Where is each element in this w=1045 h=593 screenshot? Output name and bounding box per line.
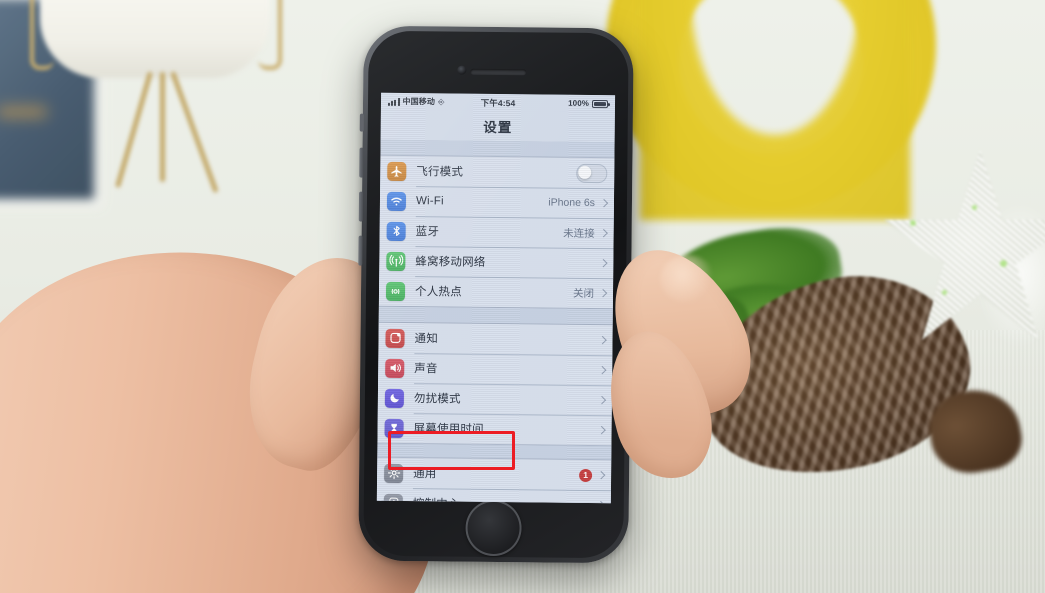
sounds-row[interactable]: 声音 <box>378 353 612 385</box>
row-value: 未连接 <box>563 227 595 240</box>
row-accessory: iPhone 6s <box>548 196 609 210</box>
page-title: 设置 <box>483 119 513 136</box>
chevron-right-icon <box>599 228 608 238</box>
general-row[interactable]: 通用 1 <box>377 458 611 490</box>
signal-bars-icon <box>387 97 400 106</box>
hotspot-row[interactable]: 个人热点 关闭 <box>379 276 613 308</box>
white-planter <box>40 0 270 78</box>
picture-frame-accent <box>0 107 47 117</box>
earpiece-speaker <box>470 68 527 76</box>
battery-full-icon <box>591 99 609 108</box>
row-accessory: 未连接 <box>563 225 608 240</box>
speaker-icon <box>385 358 405 378</box>
chevron-right-icon <box>597 425 606 435</box>
status-bar-right: 100% <box>568 98 609 108</box>
row-accessory: 关闭 <box>572 285 608 300</box>
planter-ring-left <box>30 0 54 70</box>
settings-list[interactable]: 飞行模式 Wi-Fi iPhone 6s 蓝牙 未连接 蜂窝移动网络 个人热点 … <box>376 139 615 504</box>
side-button[interactable] <box>358 235 363 266</box>
rotation-lock-icon: ⎆ <box>437 96 445 106</box>
row-label: 飞行模式 <box>416 166 464 179</box>
finger-knuckle <box>660 255 715 303</box>
chevron-right-icon <box>599 198 609 208</box>
row-label: Wi-Fi <box>415 195 444 208</box>
row-accessory: 1 <box>579 468 606 482</box>
glitter-star-shape <box>884 150 1045 340</box>
row-label: 个人热点 <box>414 286 462 299</box>
planter-ring-right <box>258 0 282 70</box>
front-camera <box>457 65 467 75</box>
bluetooth-row[interactable]: 蓝牙 未连接 <box>380 216 614 248</box>
row-accessory <box>576 163 608 183</box>
chevron-right-icon <box>598 335 607 345</box>
iphone-device: 中国移动 ⎆ 下午4:54 100% 设置 飞行模式 Wi-Fi iPhone … <box>358 25 634 564</box>
row-accessory <box>597 425 606 435</box>
gold-tripod-leg <box>160 72 165 182</box>
row-accessory <box>599 258 608 268</box>
chevron-right-icon <box>596 470 606 480</box>
bluetooth-icon <box>386 221 406 241</box>
connectivity-group: 飞行模式 Wi-Fi iPhone 6s 蓝牙 未连接 蜂窝移动网络 个人热点 … <box>378 154 615 310</box>
screen-time-row[interactable]: 屏幕使用时间 <box>377 413 611 445</box>
nav-bar: 设置 <box>380 109 615 144</box>
row-label: 蜂窝移动网络 <box>415 256 486 269</box>
notification-badge: 1 <box>579 468 593 482</box>
yellow-arch-decor-inner <box>640 0 910 220</box>
moon-icon <box>384 388 405 408</box>
notifications-row[interactable]: 通知 <box>378 323 612 355</box>
mute-switch[interactable] <box>359 113 364 132</box>
control-center-row[interactable]: 控制中心 <box>377 488 611 504</box>
airplane-mode-row[interactable]: 飞行模式 <box>380 156 614 188</box>
glitter-star <box>880 150 1045 350</box>
battery-percent-label: 100% <box>568 98 590 108</box>
row-accessory <box>597 395 607 405</box>
status-bar-left: 中国移动 ⎆ <box>387 96 445 108</box>
row-label: 声音 <box>414 363 438 376</box>
row-value: 关闭 <box>572 287 595 300</box>
cellular-antenna-icon <box>386 251 406 271</box>
row-accessory <box>597 365 607 375</box>
gear-icon <box>384 463 404 483</box>
row-accessory <box>598 335 607 345</box>
chevron-right-icon <box>597 395 607 405</box>
row-value: iPhone 6s <box>548 196 596 210</box>
chevron-right-icon <box>599 258 608 268</box>
carrier-label: 中国移动 <box>402 97 436 107</box>
wifi-icon <box>386 191 407 211</box>
airplane-mode-toggle[interactable] <box>576 163 608 183</box>
star-sparkle <box>942 290 947 295</box>
notification-icon <box>385 328 405 348</box>
volume-up-button[interactable] <box>359 147 364 178</box>
wifi-row[interactable]: Wi-Fi iPhone 6s <box>380 186 614 218</box>
star-sparkle <box>972 205 977 210</box>
cellular-row[interactable]: 蜂窝移动网络 <box>379 246 613 278</box>
chevron-right-icon <box>598 288 608 298</box>
chevron-right-icon <box>597 365 607 375</box>
home-button[interactable] <box>465 499 522 557</box>
chevron-right-icon <box>596 500 606 504</box>
row-label: 通知 <box>414 333 438 346</box>
airplane-icon <box>387 161 407 181</box>
row-accessory <box>596 500 606 504</box>
star-sparkle <box>910 220 916 226</box>
phone-screen: 中国移动 ⎆ 下午4:54 100% 设置 飞行模式 Wi-Fi iPhone … <box>376 92 616 504</box>
personal-hotspot-icon <box>385 281 406 301</box>
row-label: 通用 <box>413 468 437 481</box>
row-label: 屏幕使用时间 <box>413 423 484 436</box>
do-not-disturb-row[interactable]: 勿扰模式 <box>378 383 612 415</box>
notifications-group: 通知 声音 勿扰模式 屏幕使用时间 <box>377 321 613 447</box>
row-label: 勿扰模式 <box>413 393 461 406</box>
photo-scene: 中国移动 ⎆ 下午4:54 100% 设置 飞行模式 Wi-Fi iPhone … <box>0 0 1045 593</box>
row-label: 蓝牙 <box>415 226 440 239</box>
volume-down-button[interactable] <box>358 191 364 222</box>
hourglass-icon <box>384 418 404 438</box>
status-bar: 中国移动 ⎆ 下午4:54 100% <box>380 92 616 113</box>
general-group: 通用 1 控制中心 <box>376 456 612 504</box>
star-sparkle <box>1000 260 1007 267</box>
